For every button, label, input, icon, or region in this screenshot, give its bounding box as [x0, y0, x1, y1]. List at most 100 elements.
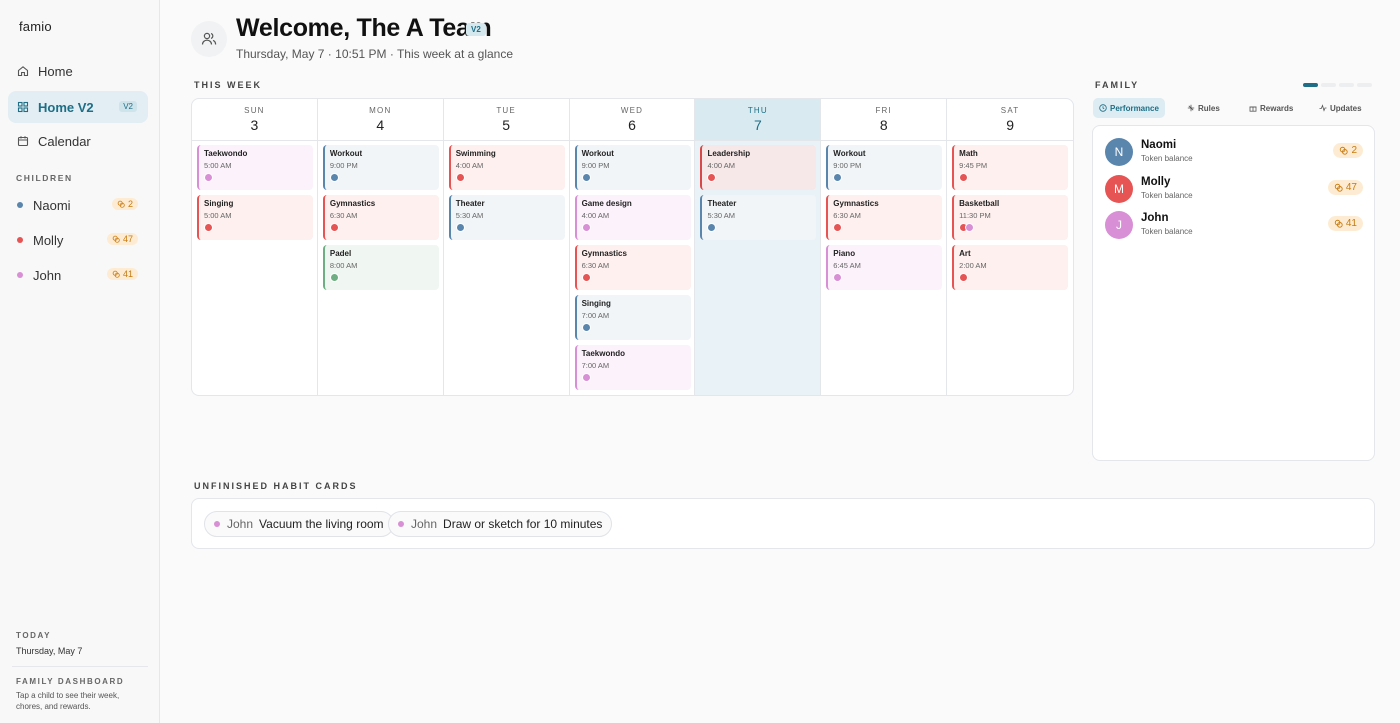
grid-icon: [17, 101, 29, 113]
tab-label: Rewards: [1260, 103, 1294, 113]
calendar-event[interactable]: Singing 7:00 AM: [574, 295, 691, 340]
nav-calendar[interactable]: Calendar: [8, 125, 148, 157]
calendar-event[interactable]: Math 9:45 PM: [952, 145, 1069, 190]
tab-rewards[interactable]: Rewards: [1243, 98, 1299, 118]
token-count: 41: [1345, 218, 1357, 229]
calendar-event[interactable]: Taekwondo 7:00 AM: [574, 345, 691, 390]
event-assignees: [959, 223, 1068, 232]
day-column-wed: WED 6 Workout 9:00 PM Game design 4:00 AM Gymn…: [569, 99, 696, 395]
day-header[interactable]: FRI 8: [821, 99, 947, 141]
day-column-mon: MON 4 Workout 9:00 PM Gymnastics 6:30 AM Padel…: [317, 99, 444, 395]
family-member-naomi[interactable]: N Naomi Token balance 2: [1105, 138, 1363, 168]
child-item-john[interactable]: John 41: [8, 263, 148, 287]
day-header[interactable]: SUN 3: [192, 99, 317, 141]
day-date: 3: [250, 117, 259, 133]
assignee-avatar: [455, 173, 465, 182]
family-heading: FAMILY: [1095, 80, 1140, 90]
event-assignees: [329, 173, 439, 182]
event-assignees: [455, 223, 565, 232]
calendar-event[interactable]: Singing 5:00 AM: [197, 195, 313, 240]
event-time: 4:00 AM: [455, 161, 484, 170]
day-header[interactable]: SAT 9: [947, 99, 1073, 141]
day-header[interactable]: THU 7: [695, 99, 821, 141]
version-badge: V2: [466, 23, 486, 36]
calendar-event[interactable]: Taekwondo 5:00 AM: [197, 145, 313, 190]
day-column-fri: FRI 8 Workout 9:00 PM Gymnastics 6:30 AM Piano…: [821, 99, 948, 395]
calendar-event[interactable]: Swimming 4:00 AM: [448, 145, 565, 190]
carousel-indicator[interactable]: [1321, 83, 1336, 87]
event-title: Gymnastics: [833, 199, 879, 208]
calendar-event[interactable]: Workout 9:00 PM: [826, 145, 943, 190]
app-logo[interactable]: famio: [19, 19, 52, 34]
habit-chip[interactable]: John Vacuum the living room: [204, 511, 394, 537]
member-name: Molly: [1141, 176, 1171, 188]
calendar-event[interactable]: Workout 9:00 PM: [322, 145, 439, 190]
token-badge: 41: [1327, 216, 1363, 231]
calendar-event[interactable]: Basketball 11:30 PM: [952, 195, 1069, 240]
family-member-john[interactable]: J John Token balance 41: [1105, 211, 1363, 241]
habit-task: Draw or sketch for 10 minutes: [443, 517, 603, 531]
calendar-event[interactable]: Theater 5:30 AM: [700, 195, 817, 240]
tab-rules[interactable]: Rules: [1181, 98, 1226, 118]
carousel-indicator[interactable]: [1357, 83, 1372, 87]
event-assignees: [833, 273, 942, 282]
event-title: Swimming: [455, 149, 496, 158]
member-name: John: [1141, 212, 1169, 224]
child-name: John: [33, 267, 62, 283]
assignee-avatar: [329, 223, 339, 232]
calendar-event[interactable]: Workout 9:00 PM: [574, 145, 691, 190]
family-member-molly[interactable]: M Molly Token balance 47: [1105, 175, 1363, 205]
day-column-sun: SUN 3 Taekwondo 5:00 AM Singing 5:00 AM: [192, 99, 318, 395]
day-header[interactable]: MON 4: [317, 99, 443, 141]
calendar-event[interactable]: Gymnastics 6:30 AM: [322, 195, 439, 240]
day-header[interactable]: TUE 5: [443, 99, 569, 141]
child-color-dot: [398, 521, 404, 527]
calendar-event[interactable]: Art 2:00 AM: [952, 245, 1069, 290]
event-title: Leadership: [707, 149, 751, 158]
day-header[interactable]: WED 6: [569, 99, 695, 141]
event-time: 2:00 AM: [959, 261, 987, 270]
assignee-avatar: [959, 173, 969, 182]
calendar-event[interactable]: Leadership 4:00 AM: [700, 145, 817, 190]
event-time: 5:00 AM: [204, 211, 232, 220]
calendar-event[interactable]: Padel 8:00 AM: [322, 245, 439, 290]
token-count: 41: [122, 269, 133, 279]
token-icon: [112, 270, 120, 278]
habit-task: Vacuum the living room: [259, 517, 384, 531]
child-item-naomi[interactable]: Naomi 2: [8, 193, 148, 217]
day-name: WED: [620, 106, 644, 115]
nav-home-v2[interactable]: Home V2 V2: [8, 91, 148, 123]
event-assignees: [204, 223, 313, 232]
day-name: SAT: [1000, 106, 1020, 115]
habit-chip[interactable]: John Draw or sketch for 10 minutes: [388, 511, 613, 537]
family-dashboard-heading: FAMILY DASHBOARD: [16, 677, 125, 686]
calendar-event[interactable]: Piano 6:45 AM: [826, 245, 943, 290]
event-time: 6:30 AM: [833, 211, 861, 220]
event-title: Piano: [833, 249, 856, 258]
token-badge: 47: [106, 233, 138, 245]
event-title: Theater: [707, 199, 737, 208]
child-item-molly[interactable]: Molly 47: [8, 228, 148, 252]
calendar-event[interactable]: Theater 5:30 AM: [448, 195, 565, 240]
event-time: 9:00 PM: [833, 161, 862, 170]
event-assignees: [833, 173, 942, 182]
avatar: M: [1105, 175, 1133, 203]
nav-home-label: Home: [38, 63, 73, 79]
event-assignees: [329, 223, 439, 232]
today-heading: TODAY: [16, 631, 52, 640]
calendar-event[interactable]: Gymnastics 6:30 AM: [826, 195, 943, 240]
calendar-event[interactable]: Gymnastics 6:30 AM: [574, 245, 691, 290]
tab-label: Performance: [1110, 103, 1159, 113]
carousel-indicator-active[interactable]: [1303, 83, 1318, 87]
children-heading: CHILDREN: [16, 173, 73, 183]
token-icon: [1334, 183, 1343, 192]
calendar-event[interactable]: Game design 4:00 AM: [574, 195, 691, 240]
token-badge: 41: [106, 268, 138, 280]
assignee-avatar: [707, 223, 717, 232]
day-name: THU: [747, 106, 768, 115]
carousel-indicator[interactable]: [1339, 83, 1354, 87]
tab-performance[interactable]: Performance: [1093, 98, 1165, 118]
event-title: Singing: [204, 199, 234, 208]
tab-updates[interactable]: Updates: [1313, 98, 1368, 118]
nav-home[interactable]: Home: [8, 55, 148, 87]
